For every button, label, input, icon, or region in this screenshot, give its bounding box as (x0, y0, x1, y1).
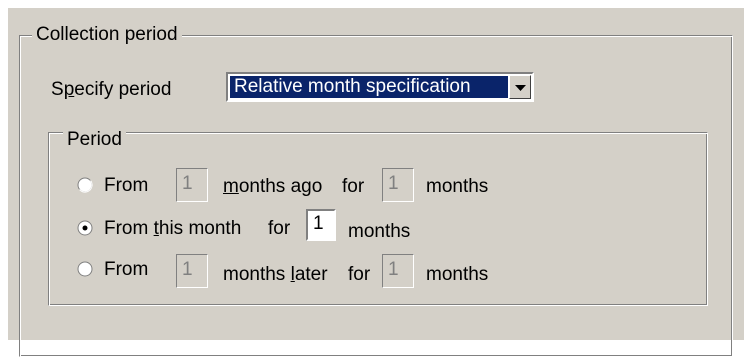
row3-from-label: From (104, 259, 149, 280)
row1-months-ago-label: months ago (223, 176, 323, 197)
radio-unchecked-icon[interactable] (77, 177, 93, 193)
row1-months-label: months (426, 176, 489, 197)
collection-period-legend: Collection period (32, 24, 182, 46)
specify-period-label: Specify period (51, 79, 172, 100)
row3-months-later-field[interactable]: 1 (176, 254, 208, 288)
row1-for-months-field[interactable]: 1 (382, 168, 414, 202)
dropdown-button[interactable] (509, 75, 531, 99)
row1-for-label: for (342, 176, 365, 197)
row1-from-label: From (104, 175, 149, 196)
row3-months-later-label: months later (223, 264, 328, 285)
row3-for-months-field[interactable]: 1 (382, 254, 414, 288)
specify-period-dropdown[interactable]: Relative month specification (226, 72, 534, 102)
radio-unchecked-icon[interactable] (77, 261, 93, 277)
row2-for-label: for (268, 218, 291, 239)
row1-months-ago-field[interactable]: 1 (176, 168, 208, 202)
row2-months-label: months (348, 221, 411, 242)
specify-period-selected-value: Relative month specification (230, 76, 508, 98)
dropdown-arrow-icon (515, 85, 526, 91)
row3-months-label: months (426, 264, 489, 285)
period-legend: Period (63, 129, 126, 151)
row2-for-months-field[interactable]: 1 (306, 209, 336, 241)
row3-for-label: for (348, 264, 371, 285)
radio-checked-icon[interactable] (77, 220, 93, 236)
row2-from-this-month-label: From this month (104, 218, 242, 239)
